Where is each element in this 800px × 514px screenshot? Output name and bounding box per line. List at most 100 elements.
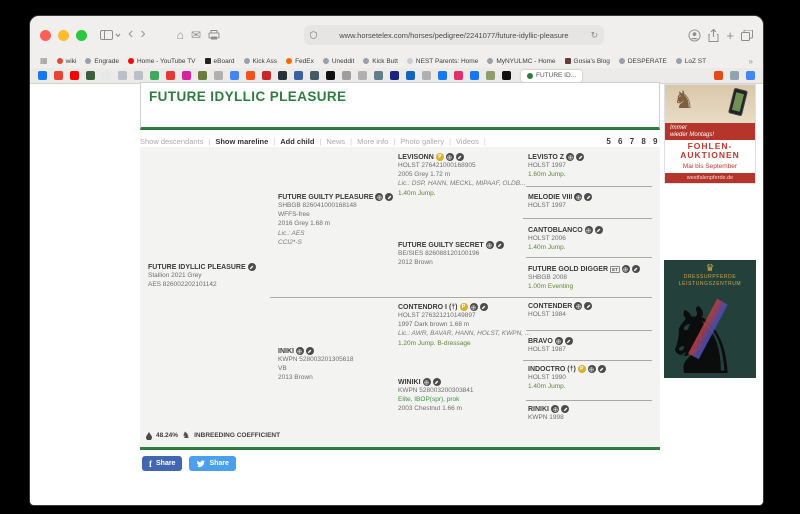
bookmark-item[interactable]: MyNYULMC - Home [487, 58, 556, 65]
url-field[interactable]: www.horsetelex.com/horses/pedigree/22410… [304, 25, 605, 45]
tab-favicon[interactable] [182, 71, 191, 80]
globe-icon[interactable] [375, 193, 384, 201]
tab-favicon[interactable] [470, 71, 479, 80]
pencil-icon[interactable] [561, 405, 569, 413]
tab-favicon[interactable] [198, 71, 207, 80]
horse-name-link[interactable]: INIKI [278, 348, 294, 355]
sidebar-toggle[interactable] [100, 30, 121, 40]
tab-favicon[interactable] [342, 71, 351, 80]
globe-icon[interactable] [574, 193, 583, 201]
globe-icon[interactable] [621, 265, 630, 273]
menu-news[interactable]: News [326, 137, 345, 146]
pencil-icon[interactable] [576, 153, 585, 161]
pencil-icon[interactable] [584, 193, 593, 201]
tab-overview-button[interactable] [741, 29, 753, 41]
tab-favicon[interactable] [134, 71, 143, 80]
new-tab-button[interactable]: + [726, 29, 734, 42]
tab-favicon[interactable] [54, 71, 63, 80]
bookmark-item[interactable]: Engrade [85, 58, 119, 65]
tab-favicon[interactable] [358, 71, 367, 80]
horse-name-link[interactable]: BRAVO [528, 338, 553, 345]
bookmarks-overflow-button[interactable]: » [749, 57, 753, 66]
close-window-button[interactable] [40, 29, 51, 41]
horse-name-link[interactable]: WINIKI [398, 379, 421, 386]
globe-icon[interactable] [422, 378, 431, 386]
menu-show-mareline[interactable]: Show mareline [215, 137, 268, 146]
tab-favicon[interactable] [86, 71, 95, 80]
globe-icon[interactable] [469, 303, 478, 311]
globe-icon[interactable] [445, 153, 454, 161]
ad-foal-auctions[interactable]: ♞ Immer wieder Montags! FOHLEN- AUKTIONE… [664, 84, 756, 184]
horse-name-link[interactable]: INDOCTRO (†) [528, 366, 576, 373]
pencil-icon[interactable] [247, 263, 256, 271]
pencil-icon[interactable] [385, 193, 394, 201]
globe-icon[interactable] [295, 347, 304, 355]
tab-favicon[interactable] [102, 71, 111, 80]
horse-name-link[interactable]: RINIKI [528, 406, 549, 413]
tab-favicon[interactable] [214, 71, 223, 80]
pencil-icon[interactable] [631, 265, 640, 273]
bookmarks-grid-icon[interactable]: ▦ [40, 57, 48, 65]
globe-icon[interactable] [566, 153, 575, 161]
reload-icon[interactable]: ↻ [591, 30, 599, 40]
profile-button[interactable] [688, 28, 701, 42]
tab-favicon[interactable] [406, 71, 415, 80]
globe-icon[interactable] [587, 365, 596, 373]
menu-add-child[interactable]: Add child [280, 137, 314, 146]
pencil-icon[interactable] [495, 241, 504, 249]
menu-photo-gallery[interactable]: Photo gallery [400, 137, 444, 146]
print-button[interactable] [208, 30, 220, 40]
pencil-icon[interactable] [564, 337, 573, 345]
twitter-share-button[interactable]: Share [189, 456, 236, 471]
globe-icon[interactable] [554, 337, 563, 345]
tab-favicon[interactable] [486, 71, 495, 80]
bookmark-item[interactable]: Uneddit [322, 58, 354, 65]
horse-name-link[interactable]: MELODIE VIII [528, 194, 572, 201]
mail-button[interactable]: ✉ [191, 29, 201, 41]
bookmark-item[interactable]: wiki [56, 58, 76, 65]
generation-pagination[interactable]: 5 6 7 8 9 [606, 137, 660, 146]
active-tab[interactable]: FUTURE ID... [521, 69, 583, 82]
minimize-window-button[interactable] [58, 29, 69, 41]
tab-favicon[interactable] [746, 71, 755, 80]
tab-favicon[interactable] [454, 71, 463, 80]
globe-icon[interactable] [584, 226, 593, 234]
horse-name-link[interactable]: FUTURE GOLD DIGGER [528, 266, 608, 273]
tab-favicon[interactable] [150, 71, 159, 80]
globe-icon[interactable] [551, 405, 559, 413]
horse-name-link[interactable]: LEVISONN [398, 154, 434, 161]
tab-favicon[interactable] [118, 71, 127, 80]
pencil-icon[interactable] [584, 302, 593, 310]
menu-show-descendants[interactable]: Show descendants [140, 137, 203, 146]
pencil-icon[interactable] [305, 347, 314, 355]
bookmark-item[interactable]: eBoard [204, 58, 235, 65]
bookmark-item[interactable]: NEST Parents: Home [406, 58, 478, 65]
share-button[interactable] [708, 28, 719, 42]
horse-name-link[interactable]: FUTURE GUILTY SECRET [398, 242, 484, 249]
tab-favicon[interactable] [294, 71, 303, 80]
globe-icon[interactable] [574, 302, 583, 310]
tab-favicon[interactable] [374, 71, 383, 80]
horse-name-link[interactable]: LEVISTO Z [528, 154, 564, 161]
tab-favicon[interactable] [422, 71, 431, 80]
back-button[interactable]: ‹ [128, 26, 133, 42]
bookmark-item[interactable]: Kick Butt [363, 58, 398, 65]
tab-favicon[interactable] [438, 71, 447, 80]
pencil-icon[interactable] [597, 365, 606, 373]
tab-favicon[interactable] [38, 71, 47, 80]
pencil-icon[interactable] [479, 303, 488, 311]
facebook-share-button[interactable]: f Share [142, 456, 183, 471]
ad-dressage-center[interactable]: ♛ DRESSURPFERDE LEISTUNGSZENTRUM ♞ [664, 260, 756, 378]
tab-favicon[interactable] [70, 71, 79, 80]
bookmark-item[interactable]: FedEx [286, 58, 314, 65]
tab-favicon[interactable] [230, 71, 239, 80]
tab-favicon[interactable] [166, 71, 175, 80]
menu-more-info[interactable]: More info [357, 137, 388, 146]
bookmark-item[interactable]: Gosia's Blog [564, 58, 610, 65]
home-button[interactable]: ⌂ [177, 29, 184, 41]
forward-button[interactable]: › [140, 26, 145, 42]
globe-icon[interactable] [485, 241, 494, 249]
bookmark-item[interactable]: Kick Ass [243, 58, 277, 65]
tab-favicon[interactable] [390, 71, 399, 80]
horse-name-link[interactable]: CANTOBLANCO [528, 227, 583, 234]
